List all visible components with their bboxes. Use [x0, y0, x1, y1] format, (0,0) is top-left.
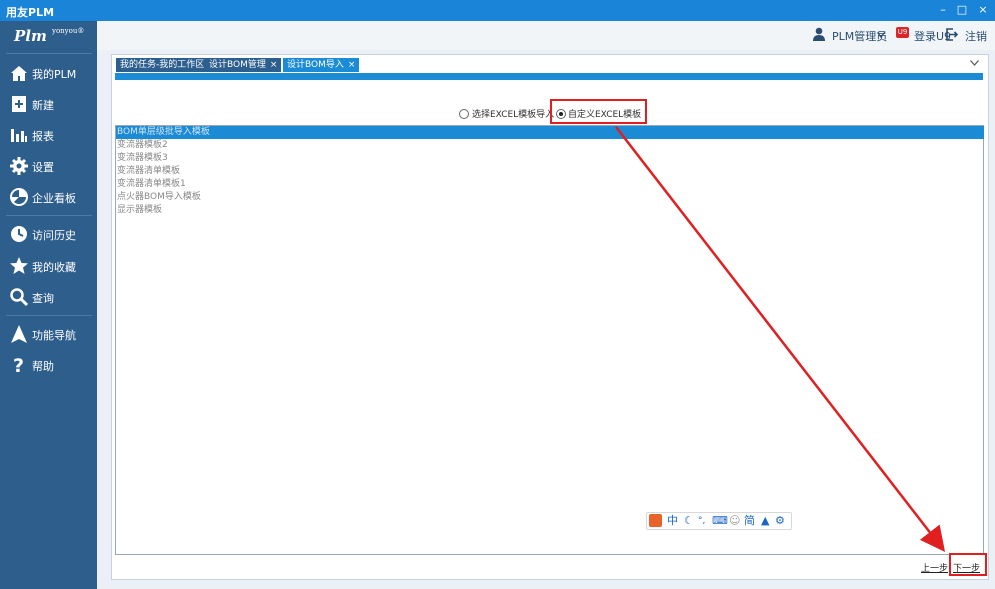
sidebar-item-label: 新建 [32, 99, 54, 112]
logo-text: Plm [14, 27, 47, 45]
tab-my-workspace[interactable]: 我的任务-我的工作区 [116, 58, 210, 72]
user-icon [813, 27, 825, 41]
u9-badge-icon: U9 [896, 27, 909, 38]
logout-link[interactable]: 注销 [965, 28, 987, 44]
top-bar: PLM管理员 U9 登录U9 注销 [97, 21, 995, 50]
sidebar-item-label: 查询 [32, 292, 54, 305]
sidebar-divider [6, 215, 92, 216]
sidebar-item-settings[interactable]: 设置 [0, 152, 97, 180]
radio-excel-label: 选择EXCEL模板导入 [472, 110, 555, 120]
sidebar-item-label: 我的PLM [32, 68, 77, 81]
tab-bom-management[interactable]: 设计BOM管理 × [205, 58, 283, 72]
sidebar-item-favorites[interactable]: 我的收藏 [0, 252, 97, 280]
ime-gear-icon[interactable]: ⚙ [775, 514, 785, 528]
close-window-button[interactable]: × [976, 3, 990, 17]
sidebar-item-label: 访问历史 [32, 229, 76, 242]
window-title: 用友PLM [6, 6, 55, 19]
minimize-button[interactable]: – [936, 3, 950, 17]
close-icon[interactable]: × [348, 60, 356, 70]
help-icon: ? [13, 355, 24, 375]
list-item[interactable]: 变流器模板3 [116, 152, 984, 165]
ime-skin-icon[interactable]: ☺ [729, 514, 740, 528]
pie-chart-icon [10, 188, 28, 206]
annotation-box-next [949, 553, 987, 576]
list-item[interactable]: 变流器清单模板1 [116, 178, 984, 191]
ime-keyboard-icon[interactable]: ⌨ [712, 514, 728, 528]
sidebar-divider [6, 53, 92, 54]
navigation-icon [11, 325, 27, 343]
window-titlebar: 用友PLM – □ × [0, 0, 995, 21]
sidebar-item-label: 我的收藏 [32, 261, 76, 274]
ime-simplified[interactable]: 简 [744, 514, 755, 528]
maximize-button[interactable]: □ [955, 3, 969, 17]
svg-text:?: ? [13, 355, 24, 375]
sidebar-item-label: 功能导航 [32, 329, 76, 342]
ime-toolbar: 中 ☾ °, ⌨ ☺ 简 ▲ ⚙ [646, 512, 792, 530]
sidebar-item-history[interactable]: 访问历史 [0, 220, 97, 248]
tab-overflow-chevron-icon[interactable] [970, 60, 979, 66]
home-icon [11, 66, 27, 81]
sidebar-item-label: 设置 [32, 161, 54, 174]
sidebar-item-navigation[interactable]: 功能导航 [0, 320, 97, 348]
ime-shirt-icon[interactable]: ▲ [761, 514, 769, 528]
list-item[interactable]: 变流器清单模板 [116, 165, 984, 178]
tab-bom-import[interactable]: 设计BOM导入 × [283, 58, 361, 72]
plm-logo: Plm yonyou® [14, 27, 86, 47]
logout-icon[interactable] [946, 28, 958, 41]
ime-mode-chinese[interactable]: 中 [667, 514, 678, 528]
sidebar-divider [6, 315, 92, 316]
sidebar: Plm yonyou® 我的PLM 新建 报表 设置 企业看板 访问历史 我的收… [0, 21, 97, 589]
sidebar-item-label: 帮助 [32, 360, 54, 373]
gear-icon [10, 157, 28, 175]
sidebar-item-reports[interactable]: 报表 [0, 121, 97, 149]
sidebar-item-search[interactable]: 查询 [0, 283, 97, 311]
ime-logo-icon[interactable] [649, 514, 662, 527]
tab-label: 设计BOM导入 [287, 60, 344, 70]
sidebar-item-label: 企业看板 [32, 192, 76, 205]
prev-step-button[interactable]: 上一步 [921, 561, 948, 574]
annotation-box-custom [550, 99, 647, 124]
new-doc-icon [12, 96, 26, 112]
tab-label: 我的任务-我的工作区 [120, 60, 205, 70]
radio-excel[interactable] [459, 109, 469, 119]
sidebar-item-new[interactable]: 新建 [0, 90, 97, 118]
sidebar-item-label: 报表 [32, 130, 54, 143]
ime-moon-icon[interactable]: ☾ [684, 514, 694, 528]
template-list[interactable]: BOM单层级批导入模板 变流器模板2 变流器模板3 变流器清单模板 变流器清单模… [115, 125, 984, 555]
list-item[interactable]: 显示器模板 [116, 204, 984, 217]
toolbar-band [115, 73, 983, 80]
clock-icon [11, 226, 27, 242]
logo-sup: yonyou® [52, 27, 85, 35]
sidebar-item-dashboard[interactable]: 企业看板 [0, 183, 97, 211]
search-icon [10, 288, 29, 307]
sidebar-item-my-plm[interactable]: 我的PLM [0, 59, 97, 87]
close-icon[interactable]: × [270, 60, 278, 70]
list-item[interactable]: BOM单层级批导入模板 [116, 126, 984, 139]
sidebar-item-help[interactable]: ? 帮助 [0, 351, 97, 379]
tab-label: 设计BOM管理 [209, 60, 266, 70]
chevron-down-icon[interactable] [877, 32, 885, 38]
list-item[interactable]: 点火器BOM导入模板 [116, 191, 984, 204]
bar-chart-icon [11, 129, 27, 142]
ime-punctuation-icon[interactable]: °, [698, 514, 705, 528]
list-item[interactable]: 变流器模板2 [116, 139, 984, 152]
star-icon [10, 257, 28, 274]
